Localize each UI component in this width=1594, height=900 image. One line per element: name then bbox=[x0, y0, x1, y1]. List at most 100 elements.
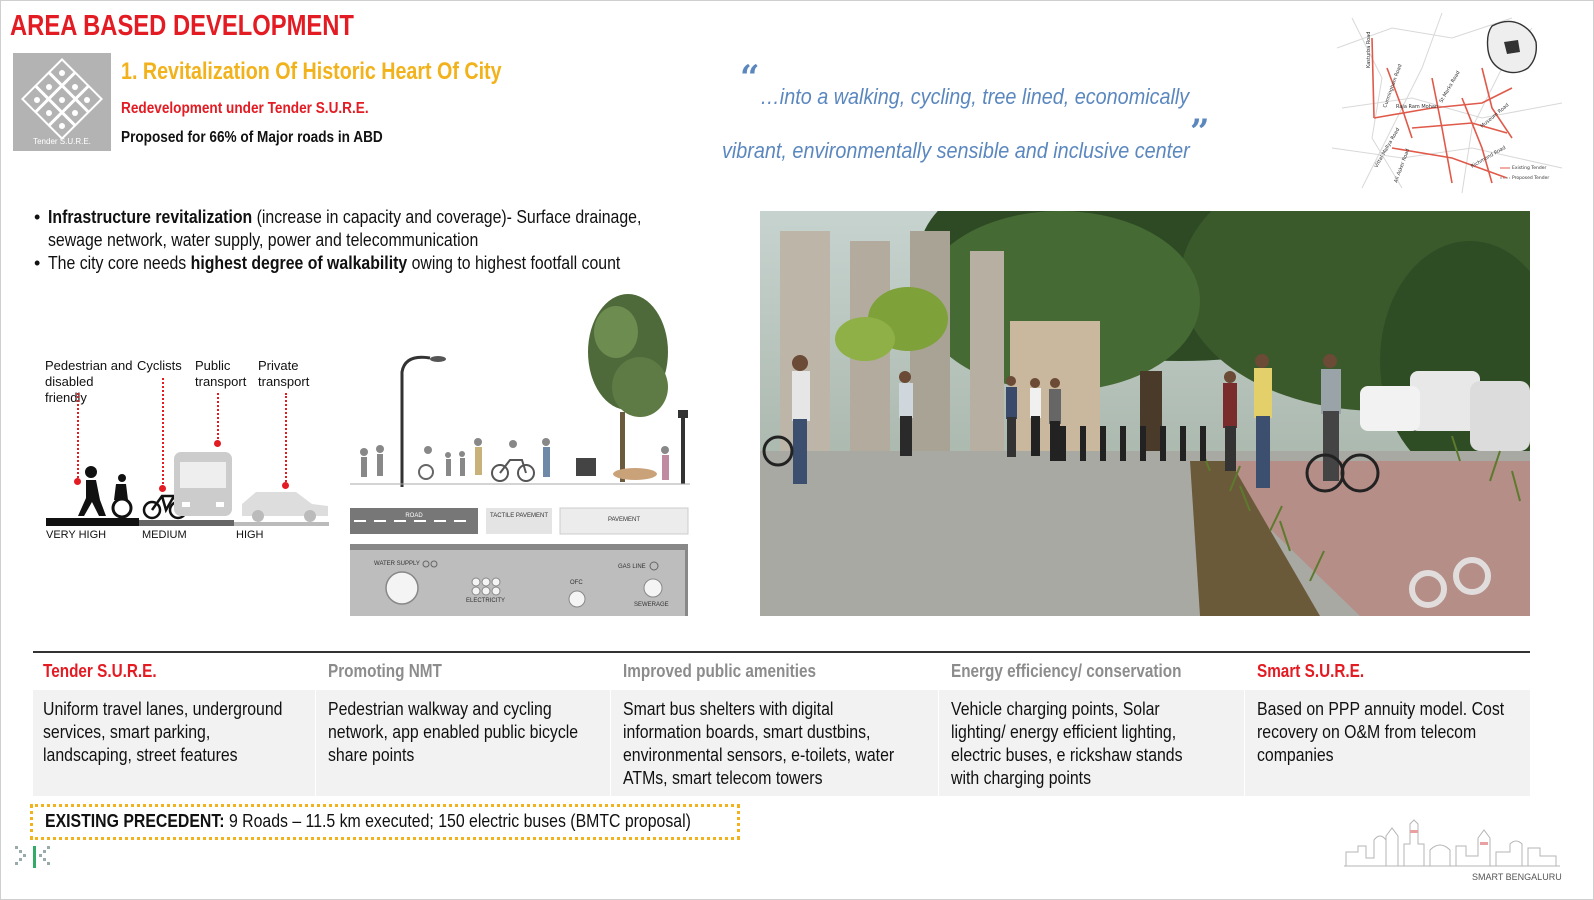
roads-map: Kasturba Road Cunningham Road Raja Ram M… bbox=[1331, 8, 1566, 194]
level-high: HIGH bbox=[236, 529, 264, 541]
section-subtitle-text: 1. Revitalization Of Historic Heart Of C… bbox=[121, 58, 502, 85]
mode-priority-graphic bbox=[44, 440, 334, 530]
header-promoting-nmt-text: Promoting NMT bbox=[328, 661, 442, 681]
cell-energy-efficiency: Vehicle charging points, Solar lighting/… bbox=[951, 698, 1214, 790]
precedent-label: EXISTING PRECEDENT: bbox=[45, 811, 225, 831]
street-photo bbox=[760, 211, 1530, 616]
bus-icon bbox=[174, 452, 232, 516]
tactile-strip bbox=[486, 508, 552, 534]
redevelopment-line: Redevelopment under Tender S.U.R.E. bbox=[121, 100, 412, 118]
cell-smart-sure: Based on PPP annuity model. Cost recover… bbox=[1257, 698, 1538, 767]
header-tender-sure-text: Tender S.U.R.E. bbox=[43, 661, 157, 681]
ofc-label: OFC bbox=[570, 580, 583, 586]
level-medium: MEDIUM bbox=[142, 529, 187, 541]
footer-brand: SMART BENGALURU bbox=[1472, 872, 1562, 882]
proposed-line: Proposed for 66% of Major roads in ABD bbox=[121, 129, 429, 147]
cell-public-amenities: Smart bus shelters with digital informat… bbox=[623, 698, 931, 790]
bullet-2-text: owing to highest footfall count bbox=[407, 253, 621, 273]
quote-line-1: …into a walking, cycling, tree lined, ec… bbox=[760, 84, 1237, 110]
logo-caption: Tender S.U.R.E. bbox=[33, 137, 91, 146]
header-tender-sure: Tender S.U.R.E. bbox=[43, 661, 177, 682]
header-public-amenities-text: Improved public amenities bbox=[623, 661, 817, 681]
header-smart-sure-text: Smart S.U.R.E. bbox=[1257, 661, 1365, 681]
high-bar bbox=[234, 522, 329, 526]
header-smart-sure: Smart S.U.R.E. bbox=[1257, 661, 1383, 682]
table-body-row: Uniform travel lanes, underground servic… bbox=[33, 690, 1530, 796]
cell-line: Pedestrian walkway and cycling bbox=[328, 699, 552, 719]
street-section-illustration: ROAD TACTILE PAVEMENT PAVEMENT WATER SUP… bbox=[350, 292, 690, 617]
cyclist-figure-icon bbox=[491, 440, 535, 482]
close-quote-icon: ” bbox=[1190, 112, 1210, 152]
quote-line-2-text: vibrant, environmentally sensible and in… bbox=[722, 138, 1190, 163]
pavement-label: PAVEMENT bbox=[607, 517, 641, 523]
priority-label-pedestrian: Pedestrian and disabled friendly bbox=[45, 358, 133, 405]
bullet-list: Infrastructure revitalization (increase … bbox=[34, 206, 734, 275]
open-quote-icon: “ bbox=[740, 58, 760, 98]
car-icon bbox=[242, 492, 328, 522]
priority-label-public: Public transport bbox=[195, 358, 247, 389]
cell-line: landscaping, street features bbox=[43, 745, 238, 765]
header-energy-efficiency-text: Energy efficiency/ conservation bbox=[951, 661, 1182, 681]
tree-icon bbox=[588, 294, 668, 482]
table-header-row: Tender S.U.R.E. Promoting NMT Improved p… bbox=[33, 651, 1530, 692]
map-legend-proposed: Proposed Tender bbox=[1512, 175, 1549, 181]
cell-line: services, smart parking, bbox=[43, 722, 211, 742]
pedestrian-icon bbox=[78, 466, 133, 519]
quote-line-1-text: …into a walking, cycling, tree lined, ec… bbox=[760, 84, 1190, 109]
tactile-label: TACTILE PAVEMENT bbox=[489, 513, 548, 519]
quote-line-2: vibrant, environmentally sensible and in… bbox=[722, 138, 1242, 164]
street-lamp-icon bbox=[400, 355, 446, 487]
road-label: ROAD bbox=[405, 513, 423, 519]
header-promoting-nmt: Promoting NMT bbox=[328, 661, 462, 682]
gas-line-label: GAS LINE bbox=[618, 564, 646, 570]
map-label-kasturba: Kasturba Road bbox=[1366, 32, 1372, 68]
cell-line: share points bbox=[328, 745, 415, 765]
sewerage-label: SEWERAGE bbox=[634, 602, 669, 608]
precedent-text: EXISTING PRECEDENT: 9 Roads – 11.5 km ex… bbox=[45, 811, 691, 832]
city-skyline-icon bbox=[1344, 816, 1560, 868]
bollard-lamp-icon bbox=[678, 410, 688, 484]
water-supply-pipe-icon bbox=[385, 571, 419, 605]
cell-promoting-nmt: Pedestrian walkway and cycling network, … bbox=[328, 698, 612, 767]
footer-logo-icon bbox=[13, 842, 53, 872]
existing-precedent-box: EXISTING PRECEDENT: 9 Roads – 11.5 km ex… bbox=[30, 804, 740, 840]
cell-line: with charging points bbox=[951, 768, 1092, 788]
cell-line: environmental sensors, e-toilets, water bbox=[623, 745, 895, 765]
cell-line: Smart bus shelters with digital bbox=[623, 699, 834, 719]
column-divider bbox=[1244, 690, 1245, 796]
cell-line: Based on PPP annuity model. Cost bbox=[1257, 699, 1505, 719]
section-subtitle: 1. Revitalization Of Historic Heart Of C… bbox=[121, 58, 585, 86]
cell-line: network, app enabled public bicycle bbox=[328, 722, 579, 742]
map-legend-existing: Existing Tender bbox=[1512, 165, 1546, 171]
roads-map-graphic: Kasturba Road Cunningham Road Raja Ram M… bbox=[1331, 8, 1566, 194]
cell-tender-sure: Uniform travel lanes, underground servic… bbox=[43, 698, 315, 767]
redevelopment-text: Redevelopment under Tender S.U.R.E. bbox=[121, 100, 369, 117]
page-title-text: AREA BASED DEVELOPMENT bbox=[10, 10, 354, 42]
bullet-item: The city core needs highest degree of wa… bbox=[34, 252, 734, 275]
bullet-2-bold: highest degree of walkability bbox=[190, 253, 408, 273]
bullet-2-pre: The city core needs bbox=[48, 253, 191, 273]
cell-line: companies bbox=[1257, 745, 1334, 765]
level-very-high: VERY HIGH bbox=[46, 529, 107, 541]
cell-line: Uniform travel lanes, underground bbox=[43, 699, 283, 719]
bullet-1-bold: Infrastructure revitalization bbox=[48, 207, 253, 227]
page-title: AREA BASED DEVELOPMENT bbox=[10, 10, 429, 43]
cell-line: recovery on O&M from telecom bbox=[1257, 722, 1477, 742]
bullet-item: Infrastructure revitalization (increase … bbox=[34, 206, 734, 252]
water-supply-label: WATER SUPPLY bbox=[374, 561, 420, 567]
header-energy-efficiency: Energy efficiency/ conservation bbox=[951, 661, 1222, 682]
proposed-text: Proposed for 66% of Major roads in ABD bbox=[121, 129, 383, 146]
cell-line: electric buses, e rickshaw stands bbox=[951, 745, 1183, 765]
ofc-duct-icon bbox=[568, 590, 586, 608]
very-high-bar bbox=[46, 518, 139, 526]
tender-sure-logo: Tender S.U.R.E. bbox=[13, 53, 111, 151]
sewerage-pipe-icon bbox=[643, 578, 663, 598]
electricity-label: ELECTRICITY bbox=[466, 598, 506, 604]
medium-bar bbox=[139, 520, 234, 526]
precedent-detail: 9 Roads – 11.5 km executed; 150 electric… bbox=[224, 811, 691, 831]
cell-line: information boards, smart dustbins, bbox=[623, 722, 871, 742]
cell-line: Vehicle charging points, Solar bbox=[951, 699, 1160, 719]
svg-text:Raja Ram Mohan: Raja Ram Mohan bbox=[1396, 104, 1438, 110]
header-public-amenities: Improved public amenities bbox=[623, 661, 850, 682]
cell-line: ATMs, smart telecom towers bbox=[623, 768, 823, 788]
